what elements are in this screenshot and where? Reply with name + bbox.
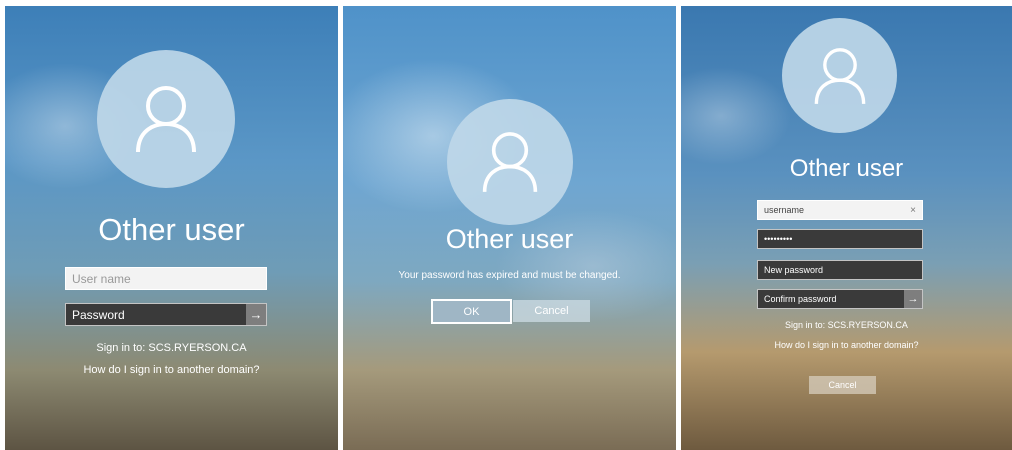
username-placeholder: User name <box>72 271 131 286</box>
new-password-field[interactable]: New password <box>757 260 923 280</box>
ok-button-label: OK <box>463 305 480 318</box>
other-domain-link[interactable]: How do I sign in to another domain? <box>681 340 1012 350</box>
arrow-right-icon[interactable]: → <box>904 290 922 308</box>
user-avatar <box>447 99 573 225</box>
old-password-field[interactable]: ••••••••• <box>757 229 923 249</box>
user-icon <box>814 47 865 104</box>
ok-button[interactable]: OK <box>431 299 512 324</box>
page-title: Other user <box>98 212 245 247</box>
other-domain-link[interactable]: How do I sign in to another domain? <box>5 364 338 376</box>
username-field[interactable]: User name <box>65 267 267 290</box>
sign-in-domain-text: Sign in to: SCS.RYERSON.CA <box>785 320 908 330</box>
cancel-button-label: Cancel <box>828 380 857 390</box>
user-icon <box>136 86 196 153</box>
cancel-button-label: Cancel <box>534 305 569 317</box>
old-password-value: ••••••••• <box>764 234 793 244</box>
confirm-password-placeholder: Confirm password <box>764 294 837 304</box>
username-value: username <box>764 205 805 215</box>
login-panel-1: Other user User name Password → Sign in … <box>5 6 338 450</box>
user-avatar <box>97 50 235 188</box>
new-password-placeholder: New password <box>764 265 824 275</box>
username-field[interactable]: username × <box>757 200 923 220</box>
user-avatar <box>782 18 897 133</box>
cancel-button[interactable]: Cancel <box>513 300 590 322</box>
password-expired-message: Your password has expired and must be ch… <box>398 270 621 281</box>
sign-in-domain-text: Sign in to: SCS.RYERSON.CA <box>96 342 247 354</box>
login-panel-3: Other user username × ••••••••• New pass… <box>681 6 1012 450</box>
cancel-button[interactable]: Cancel <box>809 376 876 394</box>
login-panel-2: Other user Your password has expired and… <box>343 6 676 450</box>
arrow-right-icon[interactable]: → <box>246 304 266 325</box>
close-icon[interactable]: × <box>910 205 916 216</box>
page-title: Other user <box>789 155 904 182</box>
confirm-password-field[interactable]: Confirm password → <box>757 289 923 309</box>
password-field[interactable]: Password → <box>65 303 267 326</box>
user-icon <box>482 132 538 193</box>
page-title: Other user <box>445 224 574 254</box>
password-placeholder: Password <box>72 307 125 322</box>
